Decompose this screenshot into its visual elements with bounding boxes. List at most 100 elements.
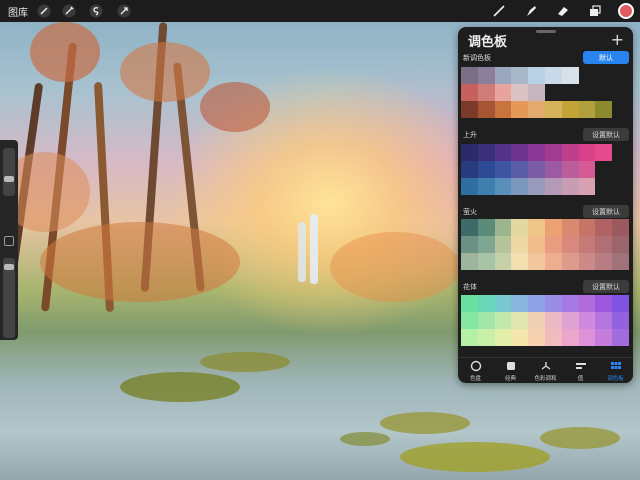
color-swatch[interactable] <box>477 219 495 236</box>
color-swatch[interactable] <box>461 253 478 270</box>
color-swatch[interactable] <box>528 161 545 178</box>
color-swatch[interactable] <box>511 236 529 253</box>
color-swatch[interactable] <box>511 101 529 118</box>
color-swatch[interactable] <box>595 253 613 270</box>
color-swatch[interactable] <box>612 101 629 118</box>
color-swatch[interactable] <box>477 178 495 195</box>
color-swatch[interactable] <box>578 329 596 346</box>
color-swatch[interactable] <box>561 312 579 329</box>
color-swatch[interactable] <box>578 295 596 312</box>
color-swatch[interactable] <box>461 219 478 236</box>
set-default-button[interactable]: 设置默认 <box>583 128 629 141</box>
tab-value[interactable]: 值 <box>563 360 598 382</box>
color-swatch[interactable] <box>612 236 629 253</box>
color-swatch[interactable] <box>561 295 579 312</box>
transform-arrow-icon[interactable] <box>115 0 133 22</box>
color-swatch[interactable] <box>595 178 613 195</box>
color-swatch[interactable] <box>544 312 562 329</box>
color-swatch[interactable] <box>528 253 545 270</box>
color-swatch[interactable] <box>461 101 478 118</box>
brush-size-thumb[interactable] <box>4 176 14 182</box>
add-palette-button[interactable]: + <box>611 30 624 49</box>
tab-harmony[interactable]: 色彩调和 <box>528 360 563 382</box>
tab-palettes[interactable]: 调色板 <box>598 360 633 382</box>
tab-classic[interactable]: 经典 <box>493 360 528 382</box>
color-swatch[interactable] <box>595 67 613 84</box>
color-swatch[interactable] <box>561 144 579 161</box>
color-swatch[interactable] <box>461 161 478 178</box>
color-swatch[interactable] <box>561 219 579 236</box>
color-swatch[interactable] <box>544 295 562 312</box>
color-swatch[interactable] <box>461 178 478 195</box>
color-swatch[interactable] <box>561 253 579 270</box>
color-swatch[interactable] <box>461 329 478 346</box>
color-swatch[interactable] <box>477 67 495 84</box>
color-swatch[interactable] <box>511 178 529 195</box>
color-swatch[interactable] <box>612 329 629 346</box>
wrench-icon[interactable] <box>35 0 53 22</box>
color-swatch[interactable] <box>494 329 512 346</box>
color-swatch[interactable] <box>477 329 495 346</box>
color-swatch[interactable] <box>544 219 562 236</box>
color-swatch[interactable] <box>578 161 596 178</box>
color-swatch[interactable] <box>544 67 562 84</box>
color-swatch[interactable] <box>528 144 545 161</box>
selection-icon[interactable] <box>87 0 105 22</box>
magic-wand-icon[interactable] <box>60 0 78 22</box>
color-swatch[interactable] <box>544 84 562 101</box>
color-swatch[interactable] <box>595 329 613 346</box>
brush-icon[interactable] <box>490 0 508 22</box>
color-swatch[interactable] <box>494 101 512 118</box>
color-swatch[interactable] <box>477 84 495 101</box>
color-swatch[interactable] <box>544 161 562 178</box>
color-swatch[interactable] <box>528 295 545 312</box>
default-button[interactable]: 默认 <box>583 51 629 64</box>
color-swatch[interactable] <box>578 84 596 101</box>
color-swatch[interactable] <box>544 144 562 161</box>
color-swatch[interactable] <box>528 329 545 346</box>
color-swatch[interactable] <box>461 312 478 329</box>
color-swatch[interactable] <box>578 101 596 118</box>
color-swatch[interactable] <box>528 101 545 118</box>
color-swatch[interactable] <box>544 236 562 253</box>
color-swatch[interactable] <box>561 101 579 118</box>
color-swatch[interactable] <box>511 253 529 270</box>
set-default-button[interactable]: 设置默认 <box>583 205 629 218</box>
color-swatch[interactable] <box>494 312 512 329</box>
color-swatch[interactable] <box>461 236 478 253</box>
color-swatch[interactable] <box>612 161 629 178</box>
color-swatch[interactable] <box>544 253 562 270</box>
tab-disc[interactable]: 色盘 <box>458 360 493 382</box>
color-swatch[interactable] <box>544 178 562 195</box>
color-swatch[interactable] <box>511 312 529 329</box>
color-swatch[interactable] <box>595 161 613 178</box>
color-swatch[interactable] <box>561 329 579 346</box>
color-swatch[interactable] <box>477 236 495 253</box>
color-swatch[interactable] <box>528 236 545 253</box>
color-swatch[interactable] <box>511 67 529 84</box>
color-swatch[interactable] <box>578 236 596 253</box>
color-swatch[interactable] <box>494 161 512 178</box>
color-swatch[interactable] <box>528 219 545 236</box>
color-swatch[interactable] <box>561 161 579 178</box>
color-swatch[interactable] <box>528 312 545 329</box>
eraser-icon[interactable] <box>554 0 572 22</box>
color-swatch[interactable] <box>494 67 512 84</box>
color-swatch[interactable] <box>612 144 629 161</box>
color-swatch[interactable] <box>561 84 579 101</box>
color-swatch[interactable] <box>595 236 613 253</box>
color-swatch[interactable] <box>528 178 545 195</box>
panel-grabber[interactable] <box>536 30 556 33</box>
color-swatch[interactable] <box>595 101 613 118</box>
opacity-thumb[interactable] <box>4 264 14 270</box>
color-swatch[interactable] <box>477 144 495 161</box>
color-swatch[interactable] <box>578 253 596 270</box>
color-swatch[interactable] <box>494 236 512 253</box>
color-swatch[interactable] <box>477 253 495 270</box>
color-swatch[interactable] <box>578 219 596 236</box>
color-swatch[interactable] <box>612 295 629 312</box>
color-swatch[interactable] <box>511 329 529 346</box>
color-swatch[interactable] <box>528 84 545 101</box>
color-swatch[interactable] <box>494 253 512 270</box>
color-swatch[interactable] <box>561 67 579 84</box>
